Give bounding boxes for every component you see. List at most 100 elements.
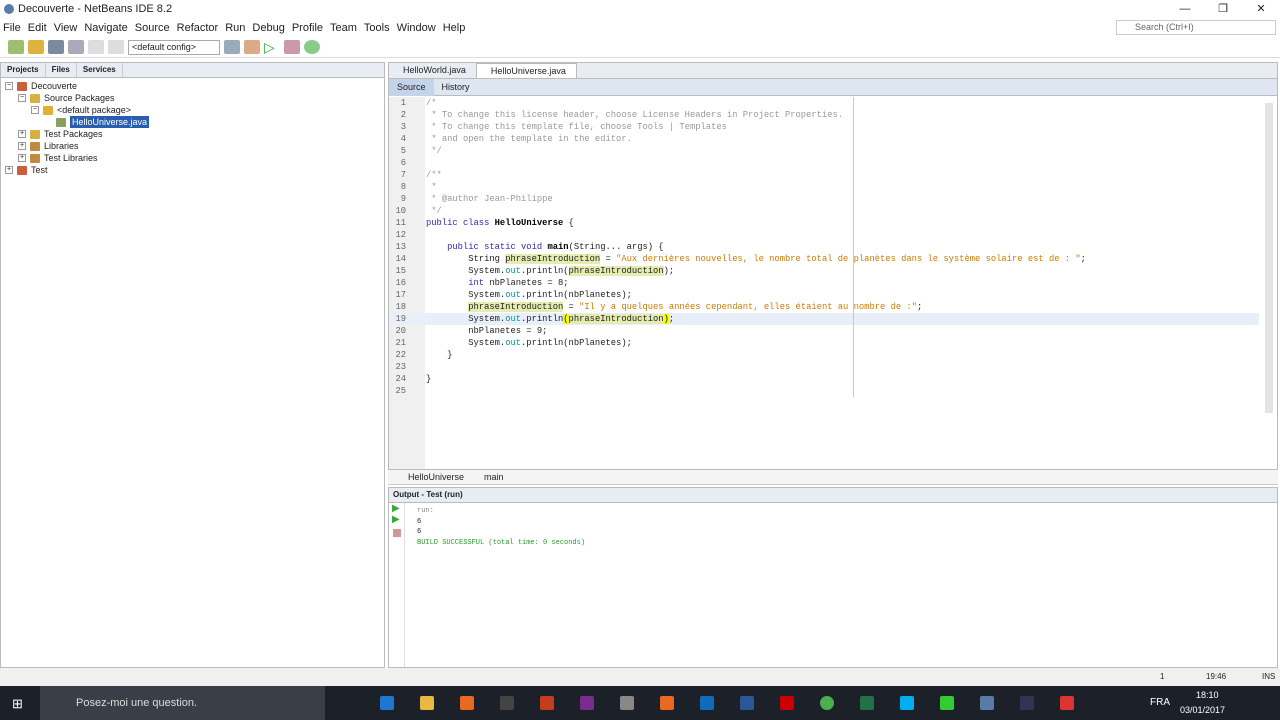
camtasia-icon[interactable] <box>940 696 954 710</box>
code-line[interactable]: 1 /* <box>389 97 1259 109</box>
store-icon[interactable] <box>500 696 514 710</box>
expand-toggle-icon[interactable]: + <box>18 142 26 150</box>
history-button[interactable]: History <box>434 79 478 96</box>
minimize-button[interactable]: — <box>1166 0 1204 18</box>
tree-node[interactable]: + Test Libraries <box>5 152 380 164</box>
new-project-icon[interactable] <box>28 40 44 54</box>
code-line[interactable]: 5 */ <box>389 145 1259 157</box>
rerun-icon[interactable]: ▶ <box>389 503 404 514</box>
menu-refactor[interactable]: Refactor <box>177 22 219 34</box>
skype-icon[interactable] <box>900 696 914 710</box>
source-button[interactable]: Source <box>389 78 434 96</box>
expand-toggle-icon[interactable]: − <box>5 82 13 90</box>
menu-run[interactable]: Run <box>225 22 245 34</box>
menu-view[interactable]: View <box>54 22 78 34</box>
netbeans-taskbar-icon[interactable] <box>980 696 994 710</box>
code-line[interactable]: 20 nbPlanetes = 9; <box>389 325 1259 337</box>
tab-helloworld[interactable]: HelloWorld.java <box>389 63 476 78</box>
code-line[interactable]: 14 String phraseIntroduction = "Aux dern… <box>389 253 1259 265</box>
tab-hellouniverse[interactable]: HelloUniverse.java <box>475 63 577 78</box>
code-line[interactable]: 11 public class HelloUniverse { <box>389 217 1259 229</box>
outlook-icon[interactable] <box>700 696 714 710</box>
tree-node[interactable]: + Libraries <box>5 140 380 152</box>
stop-icon[interactable] <box>393 529 401 537</box>
chrome-icon[interactable] <box>820 696 834 710</box>
firefox-icon[interactable] <box>460 696 474 710</box>
acrobat-icon[interactable] <box>780 696 794 710</box>
tree-node[interactable]: − Decouverte <box>5 80 380 92</box>
code-line[interactable]: 6 <box>389 157 1259 169</box>
recorder-icon[interactable] <box>1060 696 1074 710</box>
expand-toggle-icon[interactable]: − <box>18 94 26 102</box>
code-line[interactable]: 10 */ <box>389 205 1259 217</box>
tree-node[interactable]: + Test <box>5 164 380 176</box>
cortana-search[interactable]: Posez-moi une question. <box>40 686 325 720</box>
tree-node[interactable]: HelloUniverse.java <box>5 116 380 128</box>
clock-time[interactable]: 18:10 <box>1196 690 1219 700</box>
code-line[interactable]: 3 * To change this template file, choose… <box>389 121 1259 133</box>
redo-icon[interactable] <box>108 40 124 54</box>
code-line[interactable]: 25 <box>389 385 1259 397</box>
code-line[interactable]: 21 System.out.println(nbPlanetes); <box>389 337 1259 349</box>
word-icon[interactable] <box>740 696 754 710</box>
code-line[interactable]: 13 public static void main(String... arg… <box>389 241 1259 253</box>
tree-node[interactable]: − Source Packages <box>5 92 380 104</box>
new-file-icon[interactable] <box>8 40 24 54</box>
menu-file[interactable]: File <box>3 22 21 34</box>
editor-scrollbar[interactable] <box>1265 103 1273 413</box>
config-select[interactable]: <default config> <box>128 39 220 55</box>
menu-debug[interactable]: Debug <box>252 22 284 34</box>
tab-projects[interactable]: Projects <box>1 63 46 77</box>
code-line[interactable]: 8 * <box>389 181 1259 193</box>
open-project-icon[interactable] <box>48 40 64 54</box>
debug-icon[interactable] <box>284 40 300 54</box>
code-line[interactable]: 7 /** <box>389 169 1259 181</box>
close-button[interactable]: ✕ <box>1242 0 1280 18</box>
menu-tools[interactable]: Tools <box>364 22 390 34</box>
code-line[interactable]: 2 * To change this license header, choos… <box>389 109 1259 121</box>
run-icon[interactable]: ▷ <box>264 40 280 54</box>
tree-node[interactable]: − <default package> <box>5 104 380 116</box>
expand-toggle-icon[interactable]: − <box>31 106 39 114</box>
menu-edit[interactable]: Edit <box>28 22 47 34</box>
clock-date[interactable]: 03/01/2017 <box>1180 705 1225 715</box>
menu-help[interactable]: Help <box>443 22 466 34</box>
code-line[interactable]: 16 int nbPlanetes = 8; <box>389 277 1259 289</box>
profile-icon[interactable] <box>304 40 320 54</box>
code-area[interactable]: 1/* 2 * To change this license header, ch… <box>389 97 1259 397</box>
powerpoint-icon[interactable] <box>540 696 554 710</box>
notifications-badge[interactable]: 1 <box>1160 672 1164 681</box>
clean-build-icon[interactable] <box>244 40 260 54</box>
menu-window[interactable]: Window <box>397 22 436 34</box>
windows-start-icon[interactable]: ⊞ <box>12 696 23 712</box>
expand-toggle-icon[interactable]: + <box>18 130 26 138</box>
breadcrumb-method[interactable]: main <box>484 472 504 482</box>
explorer-icon[interactable] <box>420 696 434 710</box>
menu-profile[interactable]: Profile <box>292 22 323 34</box>
onenote-icon[interactable] <box>580 696 594 710</box>
breadcrumb-class[interactable]: HelloUniverse <box>408 472 464 482</box>
output-tab[interactable]: Output - Test (run) <box>389 488 1277 503</box>
expand-toggle-icon[interactable]: + <box>5 166 13 174</box>
rerun-different-icon[interactable]: ▶ <box>389 514 404 525</box>
code-line[interactable]: 23 <box>389 361 1259 373</box>
code-line[interactable]: 22 } <box>389 349 1259 361</box>
language-indicator[interactable]: FRA <box>1150 697 1170 708</box>
expand-toggle-icon[interactable]: + <box>18 154 26 162</box>
app-icon[interactable] <box>620 696 634 710</box>
code-line[interactable]: 9 * @author Jean-Philippe <box>389 193 1259 205</box>
edge-icon[interactable] <box>380 696 394 710</box>
tab-files[interactable]: Files <box>46 63 77 77</box>
excel-icon[interactable] <box>860 696 874 710</box>
vpn-icon[interactable] <box>1020 696 1034 710</box>
firefox-icon-2[interactable] <box>660 696 674 710</box>
code-line[interactable]: 18 phraseIntroduction = "Il y a quelques… <box>389 301 1259 313</box>
code-line[interactable]: 15 System.out.println(phraseIntroduction… <box>389 265 1259 277</box>
menu-source[interactable]: Source <box>135 22 170 34</box>
code-line[interactable]: 12 <box>389 229 1259 241</box>
tab-services[interactable]: Services <box>77 63 123 77</box>
code-line[interactable]: 24} <box>389 373 1259 385</box>
tree-node[interactable]: + Test Packages <box>5 128 380 140</box>
code-line[interactable]: 4 * and open the template in the editor. <box>389 133 1259 145</box>
restore-button[interactable]: ❐ <box>1204 0 1242 18</box>
